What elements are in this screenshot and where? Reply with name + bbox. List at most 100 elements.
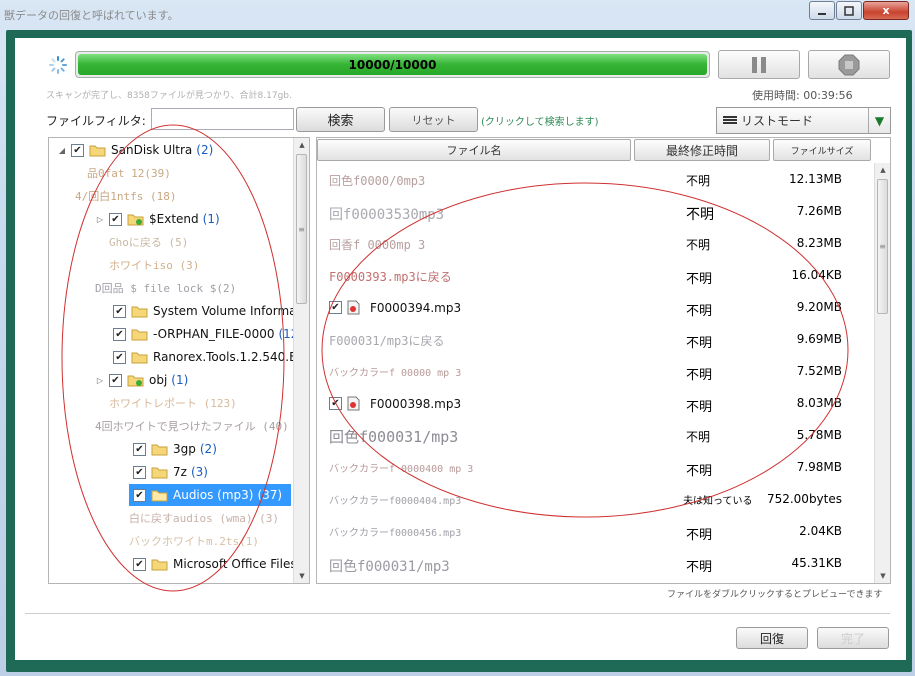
expand-arrow-icon[interactable]: ▷: [95, 376, 105, 385]
folder-tree: ◢ ✔ SanDisk Ultra (2) 品0fat 12(39) 4/回白1…: [48, 137, 310, 584]
tree-item[interactable]: 4回ホワイトで見つけたファイル (40): [95, 415, 289, 437]
file-size: 9.20MB: [796, 300, 842, 314]
table-row[interactable]: 回色f000031/mp3 不明 45.31KB: [317, 548, 873, 580]
file-date: 不明: [686, 528, 713, 543]
tree-checkbox[interactable]: ✔: [113, 350, 126, 364]
scroll-thumb[interactable]: ≡: [877, 179, 888, 314]
table-row[interactable]: 回香f 0000mp 3 不明 8.23MB: [317, 228, 873, 260]
column-header-size[interactable]: ファイルサイズ: [773, 139, 871, 161]
maximize-button[interactable]: [836, 1, 862, 20]
expand-arrow-icon[interactable]: ◢: [57, 146, 67, 155]
tree-label: 4/回白1ntfs (18): [75, 190, 177, 203]
view-mode-value: リストモード: [741, 114, 814, 128]
tree-item[interactable]: 白に戻すaudios (wma) (3): [129, 507, 279, 529]
scroll-up-icon[interactable]: ▲: [875, 163, 890, 177]
search-hint: (クリックして検索します): [481, 117, 599, 128]
minimize-icon: [818, 12, 826, 15]
tree-item[interactable]: 品0fat 12(39): [87, 162, 171, 184]
tree-scrollbar[interactable]: ▲ ≡ ▼: [293, 138, 309, 583]
folder-open-icon: [151, 490, 168, 501]
tree-item-audios-selected[interactable]: ✔ Audios (mp3) (37): [129, 484, 291, 506]
file-name: バックカラーf0000456.mp3: [329, 528, 462, 539]
table-row[interactable]: 回f00003530mp3 不明 7.26MB: [317, 196, 873, 228]
pause-button[interactable]: [718, 50, 800, 79]
tree-label: 7z: [173, 465, 187, 479]
expand-arrow-icon[interactable]: ▷: [95, 215, 105, 224]
tree-label: ホワイトiso (3): [109, 259, 200, 272]
tree-checkbox[interactable]: ✔: [71, 143, 84, 157]
tree-item[interactable]: ホワイトレポート (123): [109, 392, 237, 414]
scroll-thumb[interactable]: ≡: [296, 154, 307, 304]
tree-item-system-volume[interactable]: ✔ System Volume Information: [113, 300, 309, 322]
locked-folder-icon: [127, 214, 144, 225]
file-size: 16.04KB: [791, 268, 842, 282]
tree-item-3gp[interactable]: ✔ 3gp (2): [133, 438, 217, 460]
tree-checkbox[interactable]: ✔: [133, 488, 146, 502]
table-row[interactable]: バックカラーf0000404.mp3 夫は知っている 752.00bytes: [317, 484, 873, 516]
table-scrollbar[interactable]: ▲ ≡ ▼: [874, 163, 890, 583]
search-button[interactable]: 検索: [296, 107, 385, 132]
tree-label: 3gp: [173, 442, 196, 456]
tree-item[interactable]: D回品 $ file lock $(2): [95, 277, 236, 299]
window-title: 獣データの回復と呼ばれています。: [4, 9, 179, 22]
tree-checkbox[interactable]: ✔: [109, 212, 122, 226]
tree-item-orphan[interactable]: ✔ -ORPHAN_FILE-0000 (12: [113, 323, 298, 345]
tree-label: obj: [149, 373, 168, 387]
scroll-down-icon[interactable]: ▼: [875, 569, 890, 583]
preview-hint: ファイルをダブルクリックするとプレビューできます: [667, 590, 883, 600]
folder-icon: [151, 559, 168, 570]
table-row[interactable]: ✔ F0000394.mp3 不明 9.20MB: [317, 292, 873, 324]
dropdown-arrow-icon[interactable]: ▼: [868, 108, 890, 133]
tree-count: (1): [202, 212, 220, 226]
tree-label: D回品 $ file lock $(2): [95, 282, 237, 295]
scroll-up-icon[interactable]: ▲: [294, 138, 309, 152]
table-row[interactable]: F000031/mp3に戻る 不明 9.69MB: [317, 324, 873, 356]
stop-button[interactable]: [808, 50, 890, 79]
tree-label: バックホワイトm.2ts(1): [129, 535, 259, 548]
elapsed-time: 使用時間: 00:39:56: [752, 89, 853, 102]
tree-label: Ranorex.Tools.1.2.540.By: [153, 350, 305, 364]
tree-item[interactable]: ホワイトiso (3): [109, 254, 199, 276]
table-row[interactable]: F0000393.mp3に戻る 不明 16.04KB: [317, 260, 873, 292]
folder-icon: [151, 444, 168, 455]
tree-checkbox[interactable]: ✔: [133, 557, 146, 571]
file-size: 2.04KB: [799, 524, 842, 538]
view-mode-select[interactable]: リストモード ▼: [716, 107, 891, 134]
table-row[interactable]: バックカラーf 0000400 mp 3 不明 7.98MB: [317, 452, 873, 484]
tree-item-extend[interactable]: ▷ ✔ $Extend (1): [95, 208, 220, 230]
table-row[interactable]: ✔ F0000398.mp3 不明 8.03MB: [317, 388, 873, 420]
close-window-button[interactable]: x: [863, 1, 909, 20]
tree-item[interactable]: 4/回白1ntfs (18): [75, 185, 176, 207]
file-filter-input[interactable]: [151, 108, 294, 130]
column-header-name[interactable]: ファイル名: [317, 139, 631, 161]
file-size: 5.78MB: [796, 428, 842, 442]
tree-item-ranorex[interactable]: ✔ Ranorex.Tools.1.2.540.By: [113, 346, 304, 368]
done-button[interactable]: 完了: [817, 627, 889, 649]
tree-checkbox[interactable]: ✔: [113, 304, 126, 318]
tree-item[interactable]: Ghoに戻る (5): [109, 231, 188, 253]
tree-checkbox[interactable]: ✔: [133, 442, 146, 456]
file-date: 不明: [686, 430, 711, 444]
tree-checkbox[interactable]: ✔: [109, 373, 122, 387]
tree-item-7z[interactable]: ✔ 7z (3): [133, 461, 208, 483]
reset-button[interactable]: リセット: [389, 107, 478, 132]
scroll-down-icon[interactable]: ▼: [294, 569, 309, 583]
table-row[interactable]: バックカラーf 00000 mp 3 不明 7.52MB: [317, 356, 873, 388]
tree-count: (3): [190, 465, 208, 479]
tree-item-office[interactable]: ✔ Microsoft Office Files: [133, 553, 297, 575]
minimize-button[interactable]: [809, 1, 835, 20]
tree-item[interactable]: バックホワイトm.2ts(1): [129, 530, 259, 552]
audio-file-icon: [347, 300, 360, 315]
table-row[interactable]: 回色f000031/mp3 不明 5.78MB: [317, 420, 873, 452]
list-mode-icon: [723, 114, 737, 128]
table-row[interactable]: バックカラーf0000456.mp3 不明 2.04KB: [317, 516, 873, 548]
column-header-date[interactable]: 最終修正時間: [634, 139, 770, 161]
row-checkbox[interactable]: ✔: [329, 301, 342, 314]
recover-button[interactable]: 回復: [736, 627, 808, 649]
tree-item-obj[interactable]: ▷ ✔ obj (1): [95, 369, 188, 391]
row-checkbox[interactable]: ✔: [329, 397, 342, 410]
tree-checkbox[interactable]: ✔: [133, 465, 146, 479]
tree-root[interactable]: ◢ ✔ SanDisk Ultra (2): [57, 139, 213, 161]
table-row[interactable]: 回色f0000/0mp3 不明 12.13MB: [317, 164, 873, 196]
tree-checkbox[interactable]: ✔: [113, 327, 126, 341]
